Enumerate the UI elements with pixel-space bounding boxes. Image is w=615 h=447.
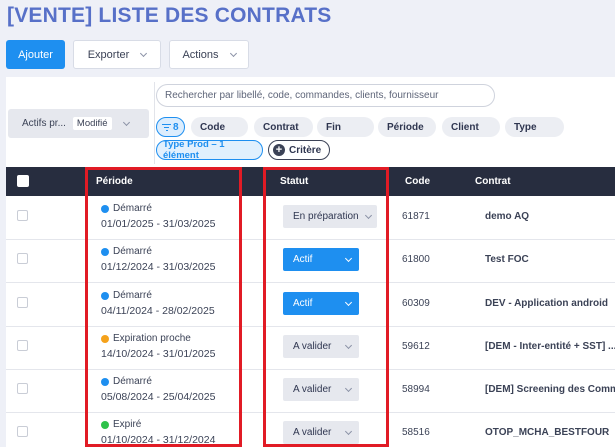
contract-name[interactable]: demo AQ	[485, 211, 529, 222]
contract-name[interactable]: Test FOC	[485, 254, 529, 265]
filter-chip-contrat[interactable]: Contrat	[254, 117, 313, 137]
filter-count-chip[interactable]: 8	[156, 117, 185, 137]
export-label: Exporter	[87, 48, 130, 61]
contract-code: 61800	[402, 254, 430, 265]
chevron-down-icon	[122, 118, 130, 126]
filter-chip-code[interactable]: Code	[191, 117, 248, 137]
filter-chip-client[interactable]: Client	[442, 117, 500, 137]
row-checkbox[interactable]	[17, 210, 28, 221]
contract-code: 60309	[402, 298, 430, 309]
row-checkbox[interactable]	[17, 340, 28, 351]
modified-badge: Modifié	[72, 117, 112, 130]
filter-count: 8	[173, 121, 179, 133]
filter-chip-fin[interactable]: Fin	[317, 117, 374, 137]
select-all-checkbox[interactable]	[17, 175, 29, 187]
chevron-down-icon	[229, 49, 237, 57]
row-checkbox[interactable]	[17, 297, 28, 308]
filter-panel: Actifs pr... Modifié Rechercher par libe…	[6, 77, 615, 167]
add-button[interactable]: Ajouter	[6, 40, 65, 69]
highlight-box-periode	[85, 167, 242, 447]
row-checkbox[interactable]	[17, 253, 28, 264]
plus-icon: +	[273, 144, 285, 156]
row-checkbox[interactable]	[17, 426, 28, 437]
divider	[154, 82, 155, 164]
column-header-code[interactable]: Code	[405, 176, 430, 187]
column-header-contrat[interactable]: Contrat	[475, 176, 511, 187]
saved-filter-label: Actifs pr...	[22, 118, 66, 129]
row-checkbox[interactable]	[17, 383, 28, 394]
filter-chip-type-prod[interactable]: Type Prod – 1 élément	[156, 139, 263, 161]
contract-code: 58516	[402, 427, 430, 438]
filter-icon	[162, 123, 171, 131]
contract-code: 61871	[402, 211, 430, 222]
highlight-box-statut	[263, 167, 389, 447]
add-criteria-label: Critère	[289, 144, 322, 156]
actions-button[interactable]: Actions	[169, 40, 249, 69]
contract-name[interactable]: [DEM] Screening des Comm	[485, 384, 615, 395]
actions-label: Actions	[182, 48, 219, 61]
contract-name[interactable]: [DEM - Inter-entité + SST] ...	[485, 341, 615, 352]
page-title: [VENTE] LISTE DES CONTRATS	[7, 4, 332, 27]
contract-code: 58994	[402, 384, 430, 395]
export-button[interactable]: Exporter	[73, 40, 161, 69]
contract-name[interactable]: DEV - Application android	[485, 298, 608, 309]
filter-chip-periode[interactable]: Période	[378, 117, 436, 137]
filter-chip-type[interactable]: Type	[505, 117, 564, 137]
chevron-down-icon	[140, 49, 148, 57]
search-input[interactable]: Rechercher par libellé, code, commandes,…	[156, 84, 495, 107]
add-criteria-button[interactable]: + Critère	[268, 140, 330, 160]
contract-code: 59612	[402, 341, 430, 352]
contract-name[interactable]: OTOP_MCHA_BESTFOUR	[485, 427, 609, 438]
saved-filter-select[interactable]: Actifs pr... Modifié	[8, 109, 149, 138]
